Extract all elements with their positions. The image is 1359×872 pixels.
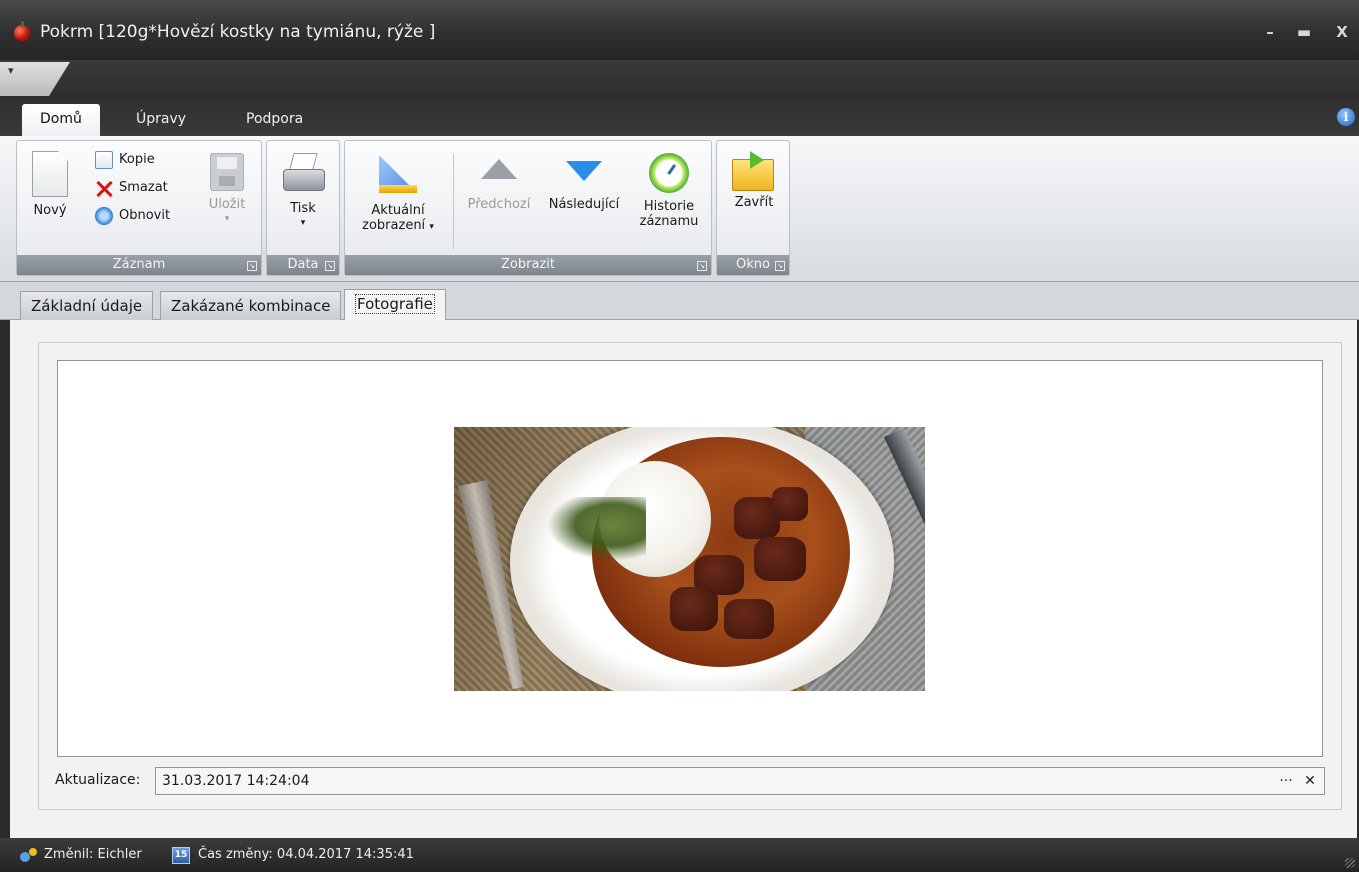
dialog-launcher-icon[interactable]: ↘ [325,261,335,271]
info-icon[interactable]: i [1337,108,1355,126]
refresh-button-label: Obnovit [119,208,171,223]
floppy-disk-icon [210,153,244,191]
clear-button[interactable]: ✕ [1299,770,1321,792]
close-button-label: Zavřít [734,195,774,210]
chevron-down-icon: ▾ [224,214,230,224]
content-area: Aktualizace: 31.03.2017 14:24:04 ··· ✕ [10,320,1357,838]
resize-grip-icon[interactable] [1345,858,1355,868]
current-view-button[interactable]: Aktuální zobrazení ▾ [351,151,445,235]
tab-podpora[interactable]: Podpora [228,104,321,136]
close-button[interactable]: Zavřít [725,151,783,210]
close-window-button[interactable]: X [1330,20,1354,44]
group-label-zobrazit: Zobrazit [345,255,711,275]
window-title: Pokrm [120g*Hovězí kostky na tymiánu, rý… [40,22,436,42]
apple-app-icon [14,21,30,41]
users-icon [20,848,38,864]
beef-cube [754,537,806,581]
new-button[interactable]: Nový [25,151,75,218]
copy-button-label: Kopie [119,152,155,167]
refresh-icon [95,206,113,225]
group-okno: Zavřít Okno ↘ [716,140,790,276]
tab-domu[interactable]: Domů [22,104,100,136]
ellipsis-button[interactable]: ··· [1275,770,1297,792]
previous-button-label: Předchozí [467,197,531,212]
dialog-launcher-icon[interactable]: ↘ [247,261,257,271]
new-button-label: Nový [33,203,67,218]
ribbon-separator [453,153,454,249]
group-data: Tisk ▾ Data ↘ [266,140,340,276]
chevron-down-icon: ▾ [8,64,14,77]
changed-time-text: Čas změny: 04.04.2017 14:35:41 [198,847,414,862]
save-button-label: Uložit [208,197,246,212]
beef-cube [670,587,718,631]
history-label-2: záznamu [639,214,699,229]
dialog-launcher-icon[interactable]: ↘ [697,261,707,271]
printer-icon [281,151,325,195]
tab-zakladni-udaje[interactable]: Základní údaje [20,291,154,321]
quick-access-menu-button[interactable]: ▾ [0,62,70,96]
changed-by-text: Změnil: Eichler [44,847,142,862]
delete-x-icon [95,179,113,197]
tab-upravy[interactable]: Úpravy [118,104,204,136]
food-photo [454,427,925,691]
calendar-icon: 15 [172,847,190,864]
group-label-zaznam: Záznam [17,255,261,275]
update-label: Aktualizace: [55,772,141,788]
tab-zakazane-kombinace[interactable]: Zakázané kombinace [160,291,342,321]
photo-panel: Aktualizace: 31.03.2017 14:24:04 ··· ✕ [38,342,1342,810]
next-button-label: Následující [548,197,620,212]
maximize-button[interactable]: ▬ [1292,20,1316,44]
chevron-down-icon: ▾ [300,218,306,228]
group-zaznam: Nový Kopie Smazat Obnovit Uložit ▾ Zázna… [16,140,262,276]
dialog-launcher-icon[interactable]: ↘ [775,261,785,271]
group-zobrazit: Aktuální zobrazení ▾ Předchozí Následují… [344,140,712,276]
previous-button[interactable]: Předchozí [459,159,539,212]
tab-fotografie[interactable]: Fotografie [344,289,446,322]
quick-access-toolbar: ▾ [0,60,1359,98]
print-button[interactable]: Tisk ▾ [275,151,331,231]
delete-button-label: Smazat [119,180,168,195]
minimize-button[interactable]: – [1258,20,1282,44]
refresh-button[interactable]: Obnovit [95,205,170,227]
clock-history-icon [649,153,689,193]
thyme-sprig [536,497,646,567]
copy-button[interactable]: Kopie [95,149,155,171]
document-tab-row: Základní údaje Zakázané kombinace Fotogr… [0,282,1359,322]
history-label-1: Historie [643,199,695,214]
status-bar: Změnil: Eichler 15 Čas změny: 04.04.2017… [0,838,1359,872]
save-button[interactable]: Uložit ▾ [201,153,253,227]
arrow-up-icon [481,159,517,179]
design-ruler-icon [375,151,421,197]
current-view-label-2: zobrazení [362,218,426,233]
print-button-label: Tisk [290,201,316,216]
ribbon: Nový Kopie Smazat Obnovit Uložit ▾ Zázna… [0,136,1359,282]
update-field-row: Aktualizace: 31.03.2017 14:24:04 ··· ✕ [55,767,1325,795]
current-view-label-1: Aktuální [371,203,425,218]
chevron-down-icon: ▾ [429,222,434,232]
beef-cube [724,599,774,639]
copy-icon [95,150,113,169]
folder-exit-icon [732,151,776,191]
new-document-icon [32,151,68,197]
update-date-input[interactable]: 31.03.2017 14:24:04 [155,767,1325,795]
tab-fotografie-label: Fotografie [355,294,435,314]
next-button[interactable]: Následující [541,161,627,212]
title-bar: Pokrm [120g*Hovězí kostky na tymiánu, rý… [0,0,1359,60]
history-button[interactable]: Historie záznamu [631,153,707,229]
image-frame[interactable] [57,360,1323,757]
arrow-down-icon [566,161,602,181]
ribbon-tab-row: Domů Úpravy Podpora [0,98,1359,136]
delete-button[interactable]: Smazat [95,177,168,199]
beef-cube [772,487,808,521]
